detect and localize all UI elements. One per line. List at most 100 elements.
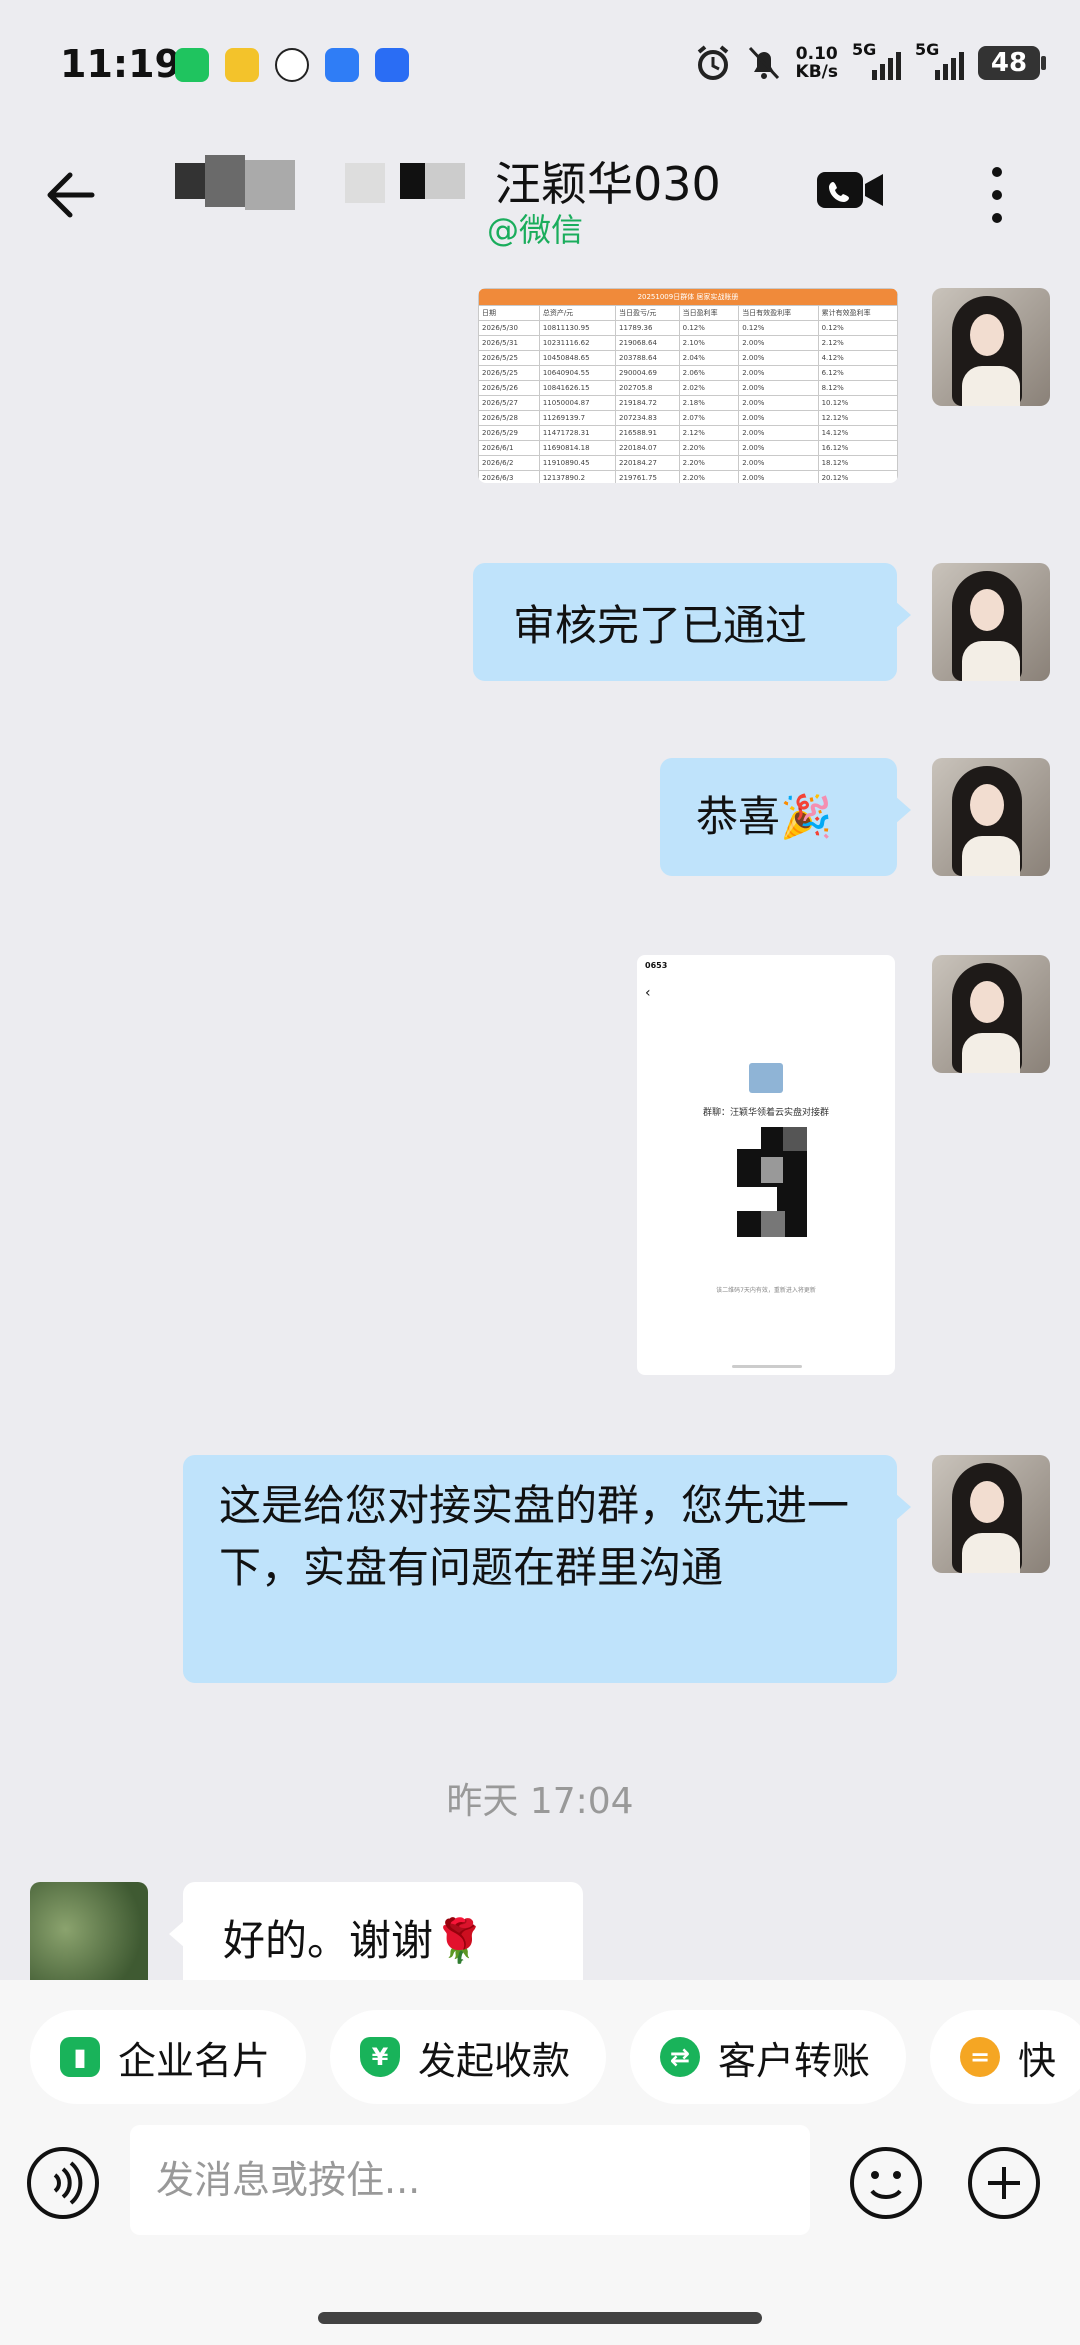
my-avatar[interactable] (932, 288, 1050, 406)
signal-5g-1: 5G (852, 40, 901, 80)
table-row: 2026/6/1 11690814.18 220184.07 2.20% 2.00% 16… (478, 440, 898, 456)
table-cell: 2026/5/27 (478, 395, 540, 411)
table-header-cell: 累计有效盈利率 (817, 305, 898, 321)
table-cell: 11910890.45 (538, 455, 617, 471)
table-row: 2026/5/28 11269139.7 207234.83 2.07% 2.00% 12… (478, 410, 898, 426)
image-message-group-qr[interactable]: 0653 ‹ 群聊：汪颖华领着云实盘对接群 该二维码7天内有效，重新进入将更新 (637, 955, 895, 1375)
system-indicators: 0.10 KB/s 5G 5G 48 (694, 40, 1046, 82)
back-arrow-icon[interactable] (40, 165, 100, 225)
my-avatar[interactable] (932, 955, 1050, 1073)
table-cell: 2026/6/3 (478, 470, 540, 483)
table-cell: 14.12% (817, 425, 898, 441)
table-cell: 12137890.2 (538, 470, 617, 483)
video-call-icon[interactable] (815, 168, 885, 212)
table-row: 2026/5/27 11050004.87 219184.72 2.18% 2.00% 1… (478, 395, 898, 411)
home-indicator[interactable] (318, 2312, 762, 2324)
table-header-cell: 总资产/元 (538, 305, 617, 321)
more-options-icon[interactable] (985, 160, 1009, 230)
message-bubble[interactable]: 恭喜🎉 (660, 758, 911, 876)
spreadsheet-table: 20251009日群体 居家实战账册 日期 总资产/元 当日盈亏/元 当日盈利率 当日有… (478, 288, 898, 483)
table-cell: 4.12% (817, 350, 898, 366)
table-cell: 2026/5/29 (478, 425, 540, 441)
wallet-notification-icon (225, 48, 259, 82)
table-cell: 2026/5/26 (478, 380, 540, 396)
table-header-cell: 日期 (478, 305, 540, 321)
signal-5g-2: 5G (915, 40, 964, 80)
message-notification-icon (325, 48, 359, 82)
table-cell: 2.00% (738, 395, 819, 411)
table-cell: 11269139.7 (538, 410, 617, 426)
table-cell: 2.00% (738, 425, 819, 441)
table-cell: 2.00% (738, 350, 819, 366)
battery-indicator: 48 (978, 46, 1046, 80)
wechat-source-label: @微信 (487, 211, 584, 249)
table-row: 2026/6/3 12137890.2 219761.75 2.20% 2.00% 20.… (478, 470, 898, 483)
table-cell: 2.00% (738, 440, 819, 456)
quick-action-request-payment[interactable]: ¥ 发起收款 (330, 2010, 607, 2104)
table-cell: 11050004.87 (538, 395, 617, 411)
table-header-cell: 当日盈亏/元 (615, 305, 680, 321)
my-avatar[interactable] (932, 758, 1050, 876)
composer-panel: ▮ 企业名片 ¥ 发起收款 ⇄ 客户转账 = 快 发消息或按住... (0, 1980, 1080, 2345)
clock: 11:19 (60, 42, 181, 86)
table-cell: 10.12% (817, 395, 898, 411)
image-message-spreadsheet[interactable]: 20251009日群体 居家实战账册 日期 总资产/元 当日盈亏/元 当日盈利率 当日有… (478, 288, 898, 483)
table-cell: 203788.64 (615, 350, 680, 366)
my-avatar[interactable] (932, 563, 1050, 681)
input-row: 发消息或按住... (0, 2125, 1080, 2245)
table-row: 2026/5/31 10231116.62 219068.64 2.10% 2.00% 2… (478, 335, 898, 351)
message-input[interactable]: 发消息或按住... (130, 2125, 810, 2235)
transfer-icon: ⇄ (660, 2037, 701, 2077)
quick-action-quick-reply[interactable]: = 快 (930, 2010, 1080, 2104)
table-cell: 2026/5/25 (478, 365, 540, 381)
table-cell: 2.00% (738, 335, 819, 351)
message-bubble[interactable]: 这是给您对接实盘的群，您先进一下，实盘有问题在群里沟通 (183, 1455, 911, 1683)
plus-icon[interactable] (966, 2145, 1042, 2221)
quick-actions-bar: ▮ 企业名片 ¥ 发起收款 ⇄ 客户转账 = 快 (30, 2010, 1080, 2104)
table-cell: 2.02% (678, 380, 740, 396)
table-cell: 2.04% (678, 350, 740, 366)
table-cell: 11789.36 (615, 320, 680, 336)
table-cell: 10841626.15 (538, 380, 617, 396)
table-cell: 8.12% (817, 380, 898, 396)
yen-shield-icon: ¥ (360, 2037, 401, 2077)
qq-notification-icon (275, 48, 309, 82)
quick-action-customer-transfer[interactable]: ⇄ 客户转账 (630, 2010, 907, 2104)
group-avatar (749, 1063, 783, 1093)
quick-action-business-card[interactable]: ▮ 企业名片 (30, 2010, 307, 2104)
table-cell: 2.00% (738, 410, 819, 426)
emoji-icon[interactable] (848, 2145, 924, 2221)
table-cell: 219068.64 (615, 335, 680, 351)
message-bubble[interactable]: 审核完了已通过 (473, 563, 911, 681)
table-cell: 2.20% (678, 470, 740, 483)
table-cell: 2026/5/25 (478, 350, 540, 366)
table-row: 2026/5/29 11471728.31 216588.91 2.12% 2.00% 1… (478, 425, 898, 441)
table-header-row: 日期 总资产/元 当日盈亏/元 当日盈利率 当日有效盈利率 累计有效盈利率 (478, 305, 898, 321)
table-row: 2026/5/30 10811130.95 11789.36 0.12% 0.12% 0.… (478, 320, 898, 336)
voice-input-icon[interactable] (25, 2145, 101, 2221)
table-cell: 2.20% (678, 455, 740, 471)
wechat-notification-icon (175, 48, 209, 82)
table-cell: 2.20% (678, 440, 740, 456)
table-cell: 10811130.95 (538, 320, 617, 336)
table-cell: 2.12% (817, 335, 898, 351)
table-cell: 20.12% (817, 470, 898, 483)
table-cell: 12.12% (817, 410, 898, 426)
table-cell: 2.18% (678, 395, 740, 411)
table-header-cell: 当日盈利率 (678, 305, 740, 321)
table-cell: 220184.27 (615, 455, 680, 471)
alarm-icon (697, 45, 728, 80)
table-cell: 6.12% (817, 365, 898, 381)
redacted-name (175, 155, 485, 215)
table-cell: 2.00% (738, 455, 819, 471)
table-cell: 216588.91 (615, 425, 680, 441)
table-cell: 11471728.31 (538, 425, 617, 441)
table-cell: 11690814.18 (538, 440, 617, 456)
qr-code (737, 1127, 807, 1237)
my-avatar[interactable] (932, 1455, 1050, 1573)
table-cell: 10231116.62 (538, 335, 617, 351)
quick-reply-icon: = (960, 2037, 1001, 2077)
table-cell: 2026/6/2 (478, 455, 540, 471)
table-cell: 2.00% (738, 380, 819, 396)
table-cell: 2.07% (678, 410, 740, 426)
